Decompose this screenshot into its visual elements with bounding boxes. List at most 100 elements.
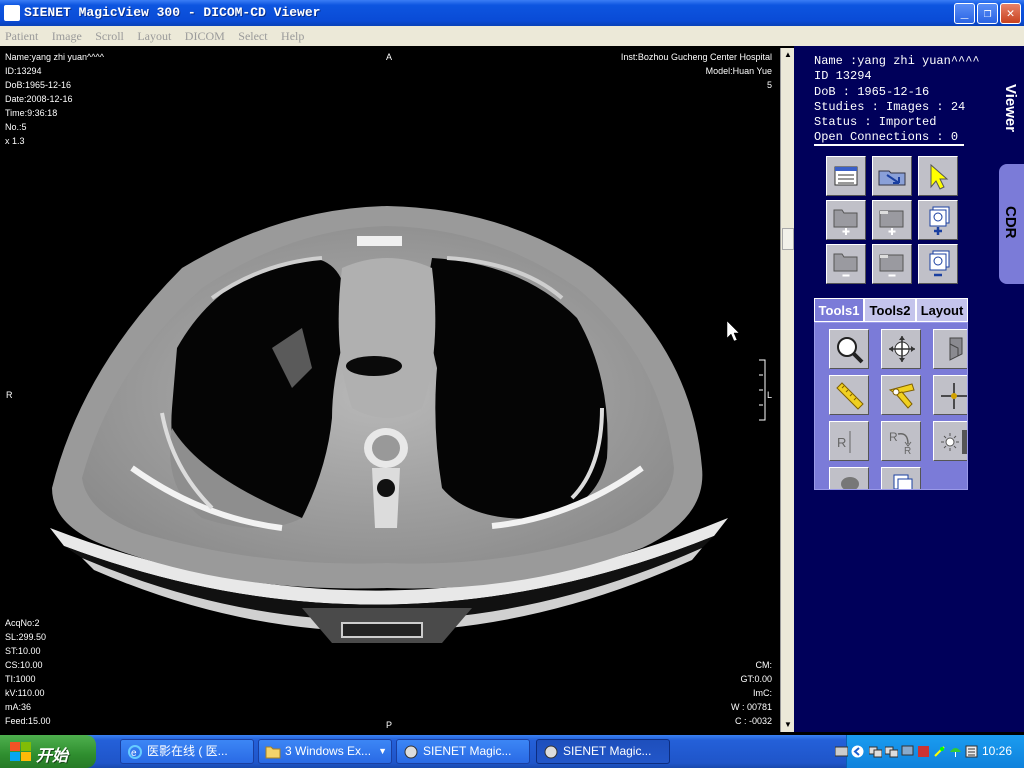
menu-select[interactable]: Select xyxy=(233,26,271,44)
keyboard-icon[interactable] xyxy=(835,745,848,758)
select-pointer-button[interactable] xyxy=(918,156,958,196)
ie-icon: e xyxy=(128,745,142,759)
ruler-tool-button[interactable] xyxy=(829,375,869,415)
scroll-down-icon[interactable]: ▼ xyxy=(782,718,794,731)
display-icon[interactable] xyxy=(901,745,914,758)
security-icon[interactable] xyxy=(933,745,946,758)
orientation-bottom: P xyxy=(386,720,393,730)
minimize-button[interactable]: _ xyxy=(954,3,975,24)
brightness-tool-button[interactable] xyxy=(933,421,967,461)
task-group-arrow-icon[interactable]: ▼ xyxy=(378,740,387,763)
tab-layout[interactable]: Layout xyxy=(916,298,968,322)
menu-dicom[interactable]: DICOM xyxy=(180,26,229,44)
overlay-top-right: Inst:Bozhou Gucheng Center Hospital Mode… xyxy=(621,50,772,92)
open-folder-button[interactable] xyxy=(872,156,912,196)
task-button-browser[interactable]: e 医影在线 ( 医... xyxy=(120,739,254,764)
rotate-image-button[interactable]: RR xyxy=(881,421,921,461)
patient-action-grid xyxy=(826,156,964,286)
tools1-panel: RR RR xyxy=(814,322,968,490)
app-icon[interactable] xyxy=(4,5,20,21)
zoom-tool-button[interactable] xyxy=(829,329,869,369)
image-viewport[interactable]: Name:yang zhi yuan^^^^ ID:13294 DoB:1965… xyxy=(2,48,780,732)
add-images-button[interactable] xyxy=(918,200,958,240)
folder-remove-icon xyxy=(833,253,858,277)
info-id: ID 13294 xyxy=(814,69,872,84)
overlay-ma: mA:36 xyxy=(5,702,32,712)
overlay-slice-location: SL:299.50 xyxy=(5,632,47,642)
orientation-left: R xyxy=(6,390,13,400)
info-dob: DoB : 1965-12-16 xyxy=(814,84,930,99)
image-scrollbar[interactable]: ▲ ▼ xyxy=(780,48,794,732)
tab-tools2[interactable]: Tools2 xyxy=(864,298,916,322)
maximize-button[interactable]: ❐ xyxy=(977,3,998,24)
series-remove-icon xyxy=(879,254,904,277)
overlay-image-number: 5 xyxy=(766,80,772,90)
scroll-up-icon[interactable]: ▲ xyxy=(782,48,794,61)
umbrella-icon[interactable] xyxy=(949,745,962,758)
open-folder-icon xyxy=(878,170,906,186)
overlay-slice-thickness: ST:10.00 xyxy=(5,646,41,656)
overlay-bottom-left: AcqNo:2 SL:299.50 ST:10.00 CS:10.00 TI:1… xyxy=(5,616,51,728)
menu-scroll[interactable]: Scroll xyxy=(90,26,128,44)
series-add-icon xyxy=(879,210,904,235)
antivirus-icon[interactable] xyxy=(917,745,930,758)
overlay-feed: Feed:15.00 xyxy=(5,716,51,726)
overlay-institution: Inst:Bozhou Gucheng Center Hospital xyxy=(620,52,772,62)
menu-help[interactable]: Help xyxy=(276,26,308,44)
orientation-right: L xyxy=(767,390,773,400)
angle-tool-button[interactable] xyxy=(881,375,921,415)
task-button-sienet-1[interactable]: SIENET Magic... xyxy=(396,739,530,764)
overlay-window-width: W : 00781 xyxy=(730,702,772,712)
tray-expand-icon[interactable] xyxy=(851,745,864,758)
roi-tool-button[interactable] xyxy=(829,467,869,489)
patient-list-button[interactable] xyxy=(826,156,866,196)
menu-patient[interactable]: Patient xyxy=(0,26,42,44)
start-button[interactable]: 开始 xyxy=(0,735,96,768)
network-icon-2[interactable] xyxy=(885,745,898,758)
info-name: Name :yang zhi yuan^^^^ xyxy=(814,54,980,68)
patient-list-icon xyxy=(834,166,858,186)
copy-tool-button[interactable] xyxy=(881,467,921,489)
overlay-patient-id: ID:13294 xyxy=(5,66,42,76)
clock[interactable]: 10:26 xyxy=(982,744,1012,758)
overlay-kv: kV:110.00 xyxy=(5,688,45,698)
crosshair-tool-button[interactable] xyxy=(933,375,967,415)
menu-image[interactable]: Image xyxy=(47,26,86,44)
remove-series-button[interactable] xyxy=(872,244,912,284)
overlay-ti: TI:1000 xyxy=(5,674,36,684)
tab-viewer[interactable]: Viewer xyxy=(999,84,1024,156)
overlay-gt: GT:0.00 xyxy=(740,674,772,684)
rotate-3d-tool-button[interactable] xyxy=(933,329,967,369)
overlay-date: Date:2008-12-16 xyxy=(5,94,73,104)
menu-bar: Patient Image Scroll Layout DICOM Select… xyxy=(0,26,1024,46)
title-bar: SIENET MagicView 300 - DICOM-CD Viewer _… xyxy=(0,0,1024,26)
overlay-acq-no: AcqNo:2 xyxy=(5,618,40,628)
crosshair-icon xyxy=(941,383,967,409)
sienet-app-icon xyxy=(544,745,558,759)
network-icon[interactable] xyxy=(869,745,882,758)
close-button[interactable]: ✕ xyxy=(1000,3,1021,24)
volume-icon[interactable] xyxy=(965,745,978,758)
tab-cdr[interactable]: CDR xyxy=(999,164,1024,284)
images-add-icon xyxy=(929,206,950,235)
magnifier-icon xyxy=(837,337,864,364)
pan-tool-button[interactable] xyxy=(881,329,921,369)
scroll-thumb[interactable] xyxy=(782,228,794,250)
remove-folder-button[interactable] xyxy=(826,244,866,284)
add-folder-button[interactable] xyxy=(826,200,866,240)
overlay-top-left: Name:yang zhi yuan^^^^ ID:13294 DoB:1965… xyxy=(5,50,104,148)
documents-icon xyxy=(893,474,913,489)
menu-layout[interactable]: Layout xyxy=(132,26,175,44)
task-button-explorer[interactable]: 3 Windows Ex... ▼ xyxy=(258,739,392,764)
remove-images-button[interactable] xyxy=(918,244,958,284)
overlay-bottom-right: CM: GT:0.00 ImC: W : 00781 C : -0032 xyxy=(731,658,772,728)
pointer-icon xyxy=(930,163,949,190)
task-button-sienet-2[interactable]: SIENET Magic... xyxy=(536,739,670,764)
pan-icon xyxy=(889,336,915,362)
flip-horizontal-button[interactable]: RR xyxy=(829,421,869,461)
tab-tools1[interactable]: Tools1 xyxy=(814,298,864,322)
info-studies: Studies : Images : 24 xyxy=(814,99,966,114)
add-series-button[interactable] xyxy=(872,200,912,240)
overlay-zoom: x 1.3 xyxy=(5,136,25,146)
overlay-dob: DoB:1965-12-16 xyxy=(5,80,72,90)
